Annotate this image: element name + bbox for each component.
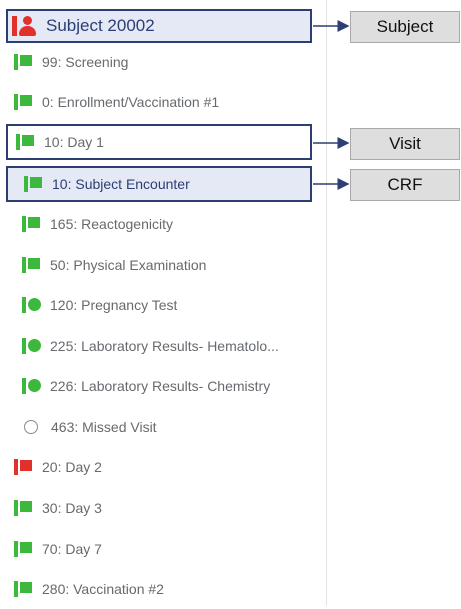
tree-item-visit[interactable]: 20: Day 2	[0, 447, 336, 487]
tree-item-visit[interactable]: 30: Day 3	[0, 488, 336, 528]
callout-visit-label: Visit	[389, 134, 421, 153]
subject-tree: Subject 20002 99: Screening 0: Enrollmen…	[0, 0, 327, 606]
red-flag-icon	[14, 459, 32, 475]
tree-item-label: 99: Screening	[42, 54, 129, 70]
tree-item-crf[interactable]: 50: Physical Examination	[0, 245, 344, 285]
tree-item-visit[interactable]: 99: Screening	[0, 42, 336, 82]
callout-crf-label: CRF	[387, 175, 423, 194]
tree-item-subject[interactable]: Subject 20002	[6, 9, 312, 43]
tree-item-label: 225: Laboratory Results- Hematolo...	[50, 338, 279, 354]
green-dot-icon	[22, 378, 41, 394]
tree-item-label: 50: Physical Examination	[50, 257, 207, 273]
tree-item-label: 20: Day 2	[42, 459, 102, 475]
green-dot-icon	[22, 338, 41, 354]
green-dot-icon	[22, 297, 41, 313]
green-flag-icon	[22, 216, 40, 232]
tree-item-crf[interactable]: 226: Laboratory Results- Chemistry	[0, 366, 344, 406]
callout-subject: Subject	[350, 11, 460, 43]
green-flag-icon	[14, 94, 32, 110]
tree-item-label: 226: Laboratory Results- Chemistry	[50, 378, 271, 394]
green-flag-icon	[24, 176, 42, 192]
tree-item-label: 165: Reactogenicity	[50, 216, 173, 232]
tree-item-crf[interactable]: 463: Missed Visit	[0, 407, 346, 447]
tree-item-label: 0: Enrollment/Vaccination #1	[42, 94, 220, 110]
empty-circle-icon	[24, 420, 38, 434]
tree-item-crf[interactable]: 120: Pregnancy Test	[0, 285, 344, 325]
green-flag-icon	[14, 54, 32, 70]
green-flag-icon	[22, 257, 40, 273]
tree-item-label: 30: Day 3	[42, 500, 102, 516]
tree-item-label: 70: Day 7	[42, 541, 102, 557]
tree-item-crf[interactable]: 225: Laboratory Results- Hematolo...	[0, 326, 344, 366]
tree-item-crf[interactable]: 10: Subject Encounter	[6, 166, 312, 202]
tree-item-crf[interactable]: 165: Reactogenicity	[0, 204, 344, 244]
tree-item-label: 10: Day 1	[44, 134, 104, 150]
green-flag-icon	[14, 581, 32, 597]
tree-item-label: 10: Subject Encounter	[52, 176, 190, 192]
green-flag-icon	[14, 500, 32, 516]
green-flag-icon	[16, 134, 34, 150]
tree-item-visit[interactable]: 70: Day 7	[0, 529, 336, 569]
callout-crf: CRF	[350, 169, 460, 201]
tree-item-visit[interactable]: 280: Vaccination #2	[0, 569, 336, 609]
tree-item-label: 120: Pregnancy Test	[50, 297, 178, 313]
callout-visit: Visit	[350, 128, 460, 160]
person-icon	[12, 16, 38, 36]
subject-label: Subject 20002	[46, 16, 155, 35]
callout-subject-label: Subject	[376, 17, 434, 36]
tree-item-label: 463: Missed Visit	[51, 419, 157, 435]
tree-item-visit[interactable]: 0: Enrollment/Vaccination #1	[0, 82, 336, 122]
tree-item-visit[interactable]: 10: Day 1	[6, 124, 312, 160]
green-flag-icon	[14, 541, 32, 557]
tree-item-label: 280: Vaccination #2	[42, 581, 164, 597]
